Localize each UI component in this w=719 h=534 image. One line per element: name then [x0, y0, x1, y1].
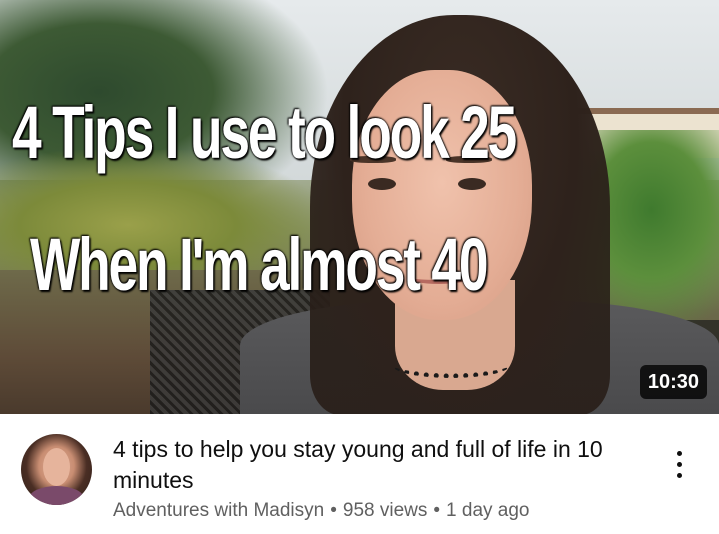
duration-badge: 10:30	[639, 365, 707, 399]
thumbnail-necklace	[392, 352, 510, 378]
avatar-shirt	[29, 486, 84, 505]
view-count: 958 views	[342, 500, 428, 521]
thumbnail-eye-right	[458, 178, 486, 190]
thumbnail-overlay-line2: When I'm almost 40	[30, 223, 489, 306]
video-title[interactable]: 4 tips to help you stay young and full o…	[113, 434, 633, 496]
video-thumbnail[interactable]: 4 Tips I use to look 25 When I'm almost …	[0, 0, 719, 414]
thumbnail-eye-left	[368, 178, 396, 190]
more-vert-icon	[676, 450, 682, 456]
more-vert-icon	[676, 472, 682, 478]
meta-separator: •	[433, 500, 441, 521]
meta-separator: •	[330, 500, 337, 521]
upload-age: 1 day ago	[446, 500, 530, 521]
thumbnail-overlay-line1: 4 Tips I use to look 25	[12, 91, 517, 174]
channel-avatar[interactable]	[21, 434, 92, 505]
channel-name[interactable]: Adventures with Madisyn	[113, 500, 324, 521]
avatar-face	[43, 448, 70, 486]
more-vert-icon	[676, 461, 682, 467]
video-meta: Adventures with Madisyn • 958 views • 1 day …	[113, 500, 530, 522]
more-options-button[interactable]	[664, 444, 694, 484]
